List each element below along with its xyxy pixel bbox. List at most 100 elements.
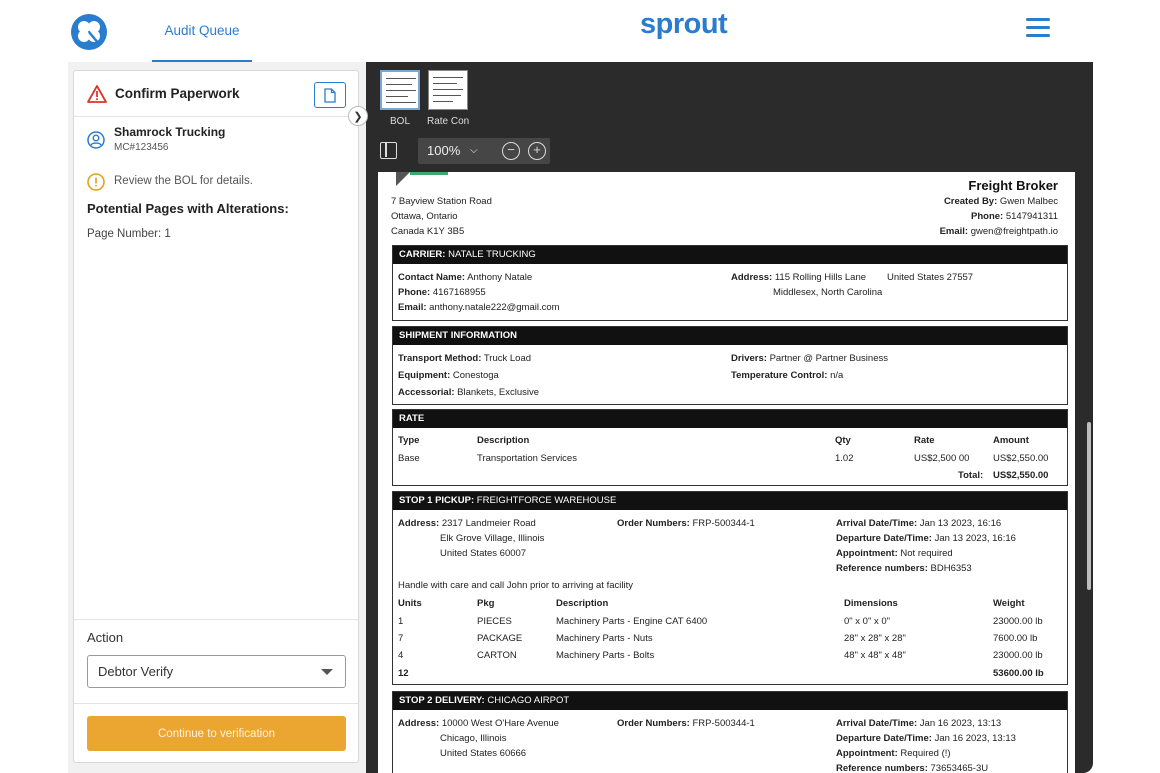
reference-numbers: Reference numbers: 73653465-3U xyxy=(836,763,988,773)
stop-note: Handle with care and call John prior to … xyxy=(398,580,633,591)
item-dimensions: 28" x 28" x 28" xyxy=(844,633,906,644)
value: Truck Load xyxy=(483,353,532,364)
label: Phone: xyxy=(971,211,1004,222)
thumbnail-rate-con[interactable] xyxy=(428,70,468,110)
order-numbers: Order Numbers: FRP-500344-1 xyxy=(617,718,755,729)
carrier-phone: Phone: 4167168955 xyxy=(398,287,486,298)
value: n/a xyxy=(830,370,844,381)
item-pkg: PIECES xyxy=(477,616,512,627)
thumb-line xyxy=(386,90,416,91)
value: CHICAGO AIRPOT xyxy=(487,695,570,706)
item-dimensions: 0" x 0" x 0" xyxy=(844,616,891,627)
section-header: CARRIER: NATALE TRUCKING xyxy=(393,246,1067,264)
value: Anthony Natale xyxy=(467,272,533,283)
shipper-address-line: 7 Bayview Station Road xyxy=(391,196,492,207)
item-weight: 23000.00 lb xyxy=(993,616,1043,627)
clover-logo-icon[interactable] xyxy=(71,14,107,50)
stop-address-line: United States 60007 xyxy=(440,548,527,559)
zoom-out-icon[interactable]: − xyxy=(502,142,520,160)
label: Email: xyxy=(939,226,969,237)
document-icon xyxy=(324,87,336,103)
stop-address: Address: 2317 Landmeier Road xyxy=(398,518,536,529)
carrier-address: Address: 115 Rolling Hills Lane xyxy=(731,272,866,283)
total-weight: 53600.00 lb xyxy=(993,668,1044,679)
value: FREIGHTFORCE WAREHOUSE xyxy=(476,495,617,506)
action-select[interactable]: Debtor Verify xyxy=(87,655,346,688)
label: Accessorial: xyxy=(398,387,455,398)
label: STOP 2 DELIVERY: xyxy=(399,695,485,706)
reference-numbers: Reference numbers: BDH6353 xyxy=(836,563,972,574)
value: Conestoga xyxy=(452,370,499,381)
continue-to-verification-button[interactable]: Continue to verification xyxy=(87,716,346,751)
departure-time: Departure Date/Time: Jan 13 2023, 16:16 xyxy=(836,533,1016,544)
zoom-control: 100% ⌵ − + xyxy=(418,138,550,164)
value: Blankets, Exclusive xyxy=(457,387,539,398)
action-select-value: Debtor Verify xyxy=(98,664,174,679)
thumbnail-bol[interactable] xyxy=(380,70,420,110)
item-pkg: PACKAGE xyxy=(477,633,523,644)
label: STOP 1 PICKUP: xyxy=(399,495,475,506)
item-weight: 7600.00 lb xyxy=(993,633,1038,644)
label: Appointment: xyxy=(836,748,898,759)
label: Order Numbers: xyxy=(617,718,690,729)
divider xyxy=(74,703,358,704)
value: anthony.natale222@gmail.com xyxy=(429,302,560,313)
page-corner-accent xyxy=(410,172,448,175)
item-dimensions: 48" x 48" x 48" xyxy=(844,650,906,661)
carrier-email: Email: anthony.natale222@gmail.com xyxy=(398,302,560,313)
accessorial: Accessorial: Blankets, Exclusive xyxy=(398,387,539,398)
transport-method: Transport Method: Truck Load xyxy=(398,353,531,364)
zoom-level[interactable]: 100% xyxy=(427,143,460,158)
column-header: Qty xyxy=(835,435,851,446)
label: Departure Date/Time: xyxy=(836,533,932,544)
thumb-line xyxy=(386,102,416,103)
zoom-in-icon[interactable]: + xyxy=(528,142,546,160)
section-header: SHIPMENT INFORMATION xyxy=(393,327,1067,345)
value: FRP-500344-1 xyxy=(692,518,755,529)
divider xyxy=(74,619,358,620)
sidebar-toggle-icon[interactable] xyxy=(380,142,397,159)
label: Arrival Date/Time: xyxy=(836,718,918,729)
broker-phone: Phone: 5147941311 xyxy=(971,211,1058,222)
chevron-right-icon[interactable]: ❯ xyxy=(348,106,368,126)
label: Address: xyxy=(398,518,440,529)
value: FRP-500344-1 xyxy=(692,718,755,729)
value: 10000 West O'Hare Avenue xyxy=(441,718,559,729)
broker-email: Email: gwen@freightpath.io xyxy=(940,226,1058,237)
departure-time: Departure Date/Time: Jan 16 2023, 13:13 xyxy=(836,733,1016,744)
section-header: RATE xyxy=(393,410,1067,428)
column-header: Description xyxy=(477,435,530,446)
appointment: Appointment: Required (!) xyxy=(836,748,951,759)
column-header: Description xyxy=(556,598,609,609)
menu-line xyxy=(1026,26,1050,29)
broker-title: Freight Broker xyxy=(968,178,1058,193)
menu-line xyxy=(1026,34,1050,37)
value: Required (!) xyxy=(900,748,951,759)
scrollbar-thumb[interactable] xyxy=(1087,422,1091,590)
arrival-time: Arrival Date/Time: Jan 16 2023, 13:13 xyxy=(836,718,1001,729)
tab-audit-queue[interactable]: Audit Queue xyxy=(152,0,252,62)
shipment-section: SHIPMENT INFORMATION Transport Method: T… xyxy=(392,326,1068,405)
label: Reference numbers: xyxy=(836,763,928,773)
stop-address: Address: 10000 West O'Hare Avenue xyxy=(398,718,559,729)
document-button[interactable] xyxy=(314,82,346,108)
rate-qty: 1.02 xyxy=(835,453,854,464)
value: BDH6353 xyxy=(930,563,972,574)
rate-rate: US$2,500 00 xyxy=(914,453,970,464)
value: Jan 16 2023, 13:13 xyxy=(934,733,1016,744)
label: Transport Method: xyxy=(398,353,482,364)
column-header: Dimensions xyxy=(844,598,898,609)
value: Jan 13 2023, 16:16 xyxy=(934,533,1016,544)
label: Email: xyxy=(398,302,427,313)
document-page: 7 Bayview Station Road Ottawa, Ontario C… xyxy=(378,172,1075,773)
item-description: Machinery Parts - Nuts xyxy=(556,633,653,644)
label: Equipment: xyxy=(398,370,451,381)
column-header: Amount xyxy=(993,435,1029,446)
label: Created By: xyxy=(943,196,998,207)
chevron-down-icon[interactable]: ⌵ xyxy=(470,145,478,156)
hamburger-icon[interactable] xyxy=(1026,18,1050,40)
label: Drivers: xyxy=(731,353,767,364)
appointment: Appointment: Not required xyxy=(836,548,953,559)
panel-title: Confirm Paperwork xyxy=(115,86,240,101)
alteration-page-number: Page Number: 1 xyxy=(87,228,171,240)
